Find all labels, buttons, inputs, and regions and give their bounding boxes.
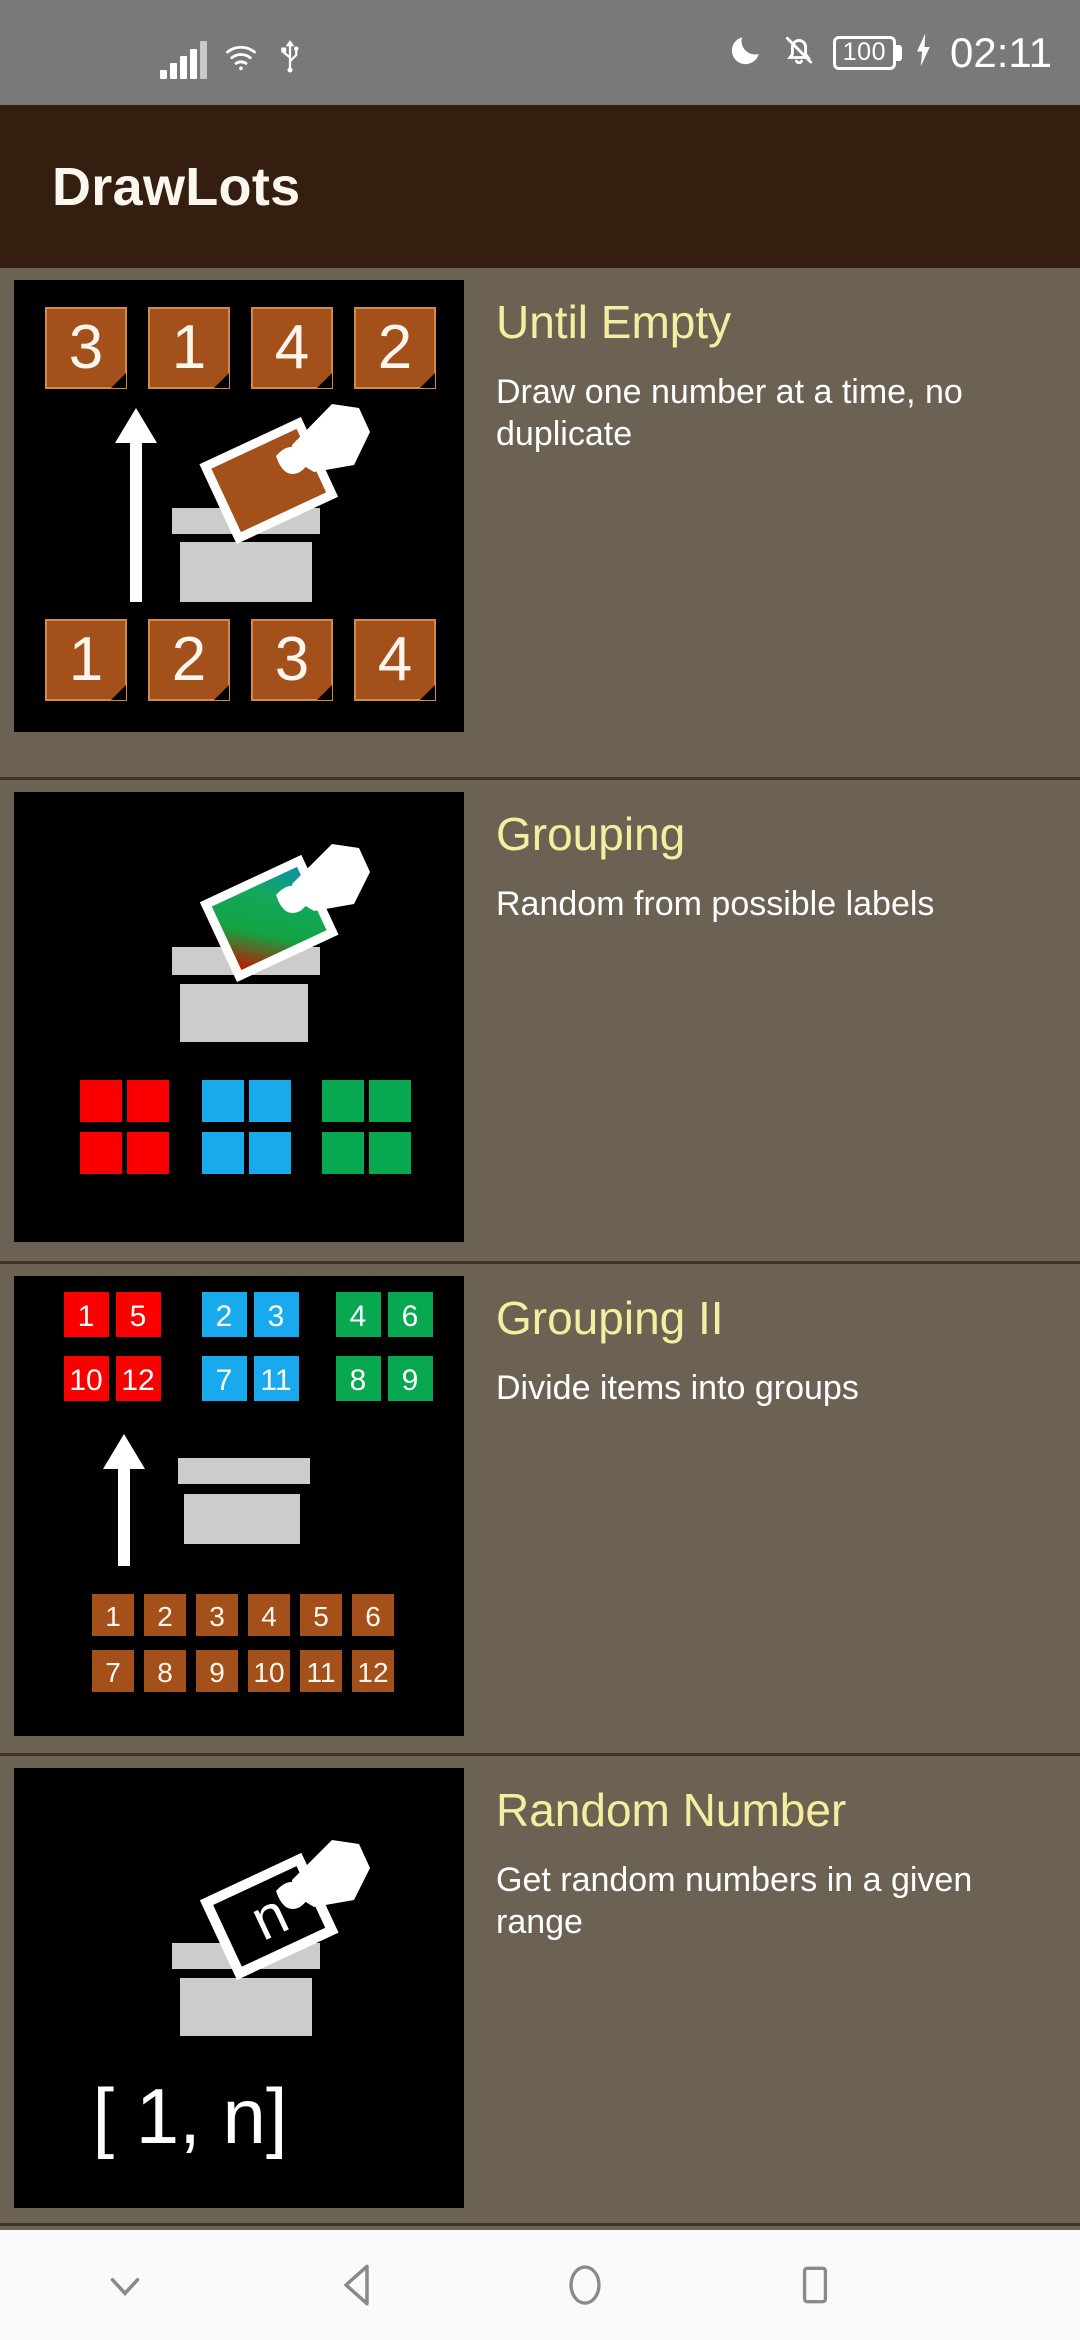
svg-text:1: 1 [78,1300,95,1333]
list-item-description: Draw one number at a time, no duplicate [496,373,963,453]
status-bar-right-icons: 100 02:11 [727,31,1052,74]
svg-text:4: 4 [350,1300,367,1333]
svg-text:4: 4 [275,313,309,382]
svg-text:3: 3 [268,1300,285,1333]
random-number-artwork: n [ 1, n] [92,1840,370,2160]
svg-text:6: 6 [365,1601,381,1632]
recents-square-icon[interactable] [700,2260,930,2310]
list-item-text-random-number: Random Number Get random numbers in a gi… [464,1768,1080,1943]
svg-text:8: 8 [157,1657,173,1688]
range-label: [ 1, n] [92,2072,287,2160]
battery-indicator: 100 [832,35,896,70]
system-navigation-bar [0,2230,1080,2340]
svg-text:9: 9 [209,1657,225,1688]
svg-text:1: 1 [105,1601,121,1632]
list-item-until-empty[interactable]: 3 1 4 2 1 2 3 4 Until Empty Draw one num… [0,268,1080,780]
svg-text:3: 3 [275,625,309,694]
svg-text:5: 5 [313,1601,329,1632]
app-root: 100 02:11 DrawLots 3 1 4 2 1 2 3 4 Until… [0,0,1080,2340]
svg-text:2: 2 [378,313,412,382]
list-item-grouping[interactable]: Grouping Random from possible labels [0,780,1080,1264]
until-empty-artwork: 3 1 4 2 1 2 3 4 [45,307,436,701]
list-item-title: Grouping [496,808,686,860]
svg-text:5: 5 [130,1300,147,1333]
svg-text:11: 11 [260,1364,291,1397]
svg-text:4: 4 [378,625,412,694]
list-item-title: Grouping II [496,1292,724,1344]
grouping-icon [14,792,464,1242]
home-circle-icon[interactable] [470,2258,700,2312]
grouping-two-artwork: 1 5 10 12 2 3 7 11 4 6 8 9 1 2 3 4 5 6 7… [64,1292,433,1692]
list-item-description: Random from possible labels [496,885,935,924]
list-item-title: Until Empty [496,296,732,348]
svg-text:8: 8 [350,1364,367,1397]
moon-do-not-disturb-icon [727,31,765,74]
random-number-icon: n [ 1, n] [14,1768,464,2208]
list-item-text-grouping-two: Grouping II Divide items into groups [464,1276,1080,1410]
svg-text:12: 12 [357,1657,388,1688]
svg-text:10: 10 [69,1364,102,1397]
svg-text:6: 6 [402,1300,419,1333]
list-item-description: Divide items into groups [496,1369,859,1408]
list-item-description: Get random numbers in a given range [496,1861,973,1941]
list-item-text-until-empty: Until Empty Draw one number at a time, n… [464,280,1080,455]
list-item-grouping-two[interactable]: 1 5 10 12 2 3 7 11 4 6 8 9 1 2 3 4 5 6 7… [0,1264,1080,1756]
svg-text:3: 3 [69,313,103,382]
back-triangle-icon[interactable] [250,2257,470,2313]
svg-text:1: 1 [69,625,103,694]
list-item-text-grouping: Grouping Random from possible labels [464,792,1080,926]
usb-icon [275,36,305,79]
list-item-title: Random Number [496,1784,847,1836]
bell-off-icon [781,31,817,74]
cellular-signal-icon [160,40,207,79]
status-bar-clock: 02:11 [950,28,1052,76]
status-bar: 100 02:11 [0,0,1080,105]
svg-text:3: 3 [209,1601,225,1632]
app-bar: DrawLots [0,105,1080,268]
svg-text:9: 9 [402,1364,419,1397]
svg-text:10: 10 [253,1657,284,1688]
lightning-bolt-icon [912,32,934,74]
svg-text:1: 1 [172,313,206,382]
svg-text:12: 12 [121,1364,154,1397]
svg-text:11: 11 [306,1657,335,1688]
svg-text:4: 4 [261,1601,277,1632]
wifi-icon [221,40,261,79]
status-bar-left-icons [160,27,305,79]
svg-text:7: 7 [216,1364,233,1397]
grouping-artwork [80,844,411,1174]
grouping-two-icon: 1 5 10 12 2 3 7 11 4 6 8 9 1 2 3 4 5 6 7… [14,1276,464,1736]
svg-text:2: 2 [216,1300,233,1333]
svg-text:2: 2 [172,625,206,694]
list-item-random-number[interactable]: n [ 1, n] Random Number Get random numbe… [0,1756,1080,2226]
app-title: DrawLots [52,156,301,217]
chevron-down-icon[interactable] [0,2260,250,2310]
until-empty-icon: 3 1 4 2 1 2 3 4 [14,280,464,732]
mode-list: 3 1 4 2 1 2 3 4 Until Empty Draw one num… [0,268,1080,2230]
battery-level-text: 100 [842,37,886,66]
svg-text:2: 2 [157,1601,173,1632]
svg-text:7: 7 [105,1657,121,1688]
